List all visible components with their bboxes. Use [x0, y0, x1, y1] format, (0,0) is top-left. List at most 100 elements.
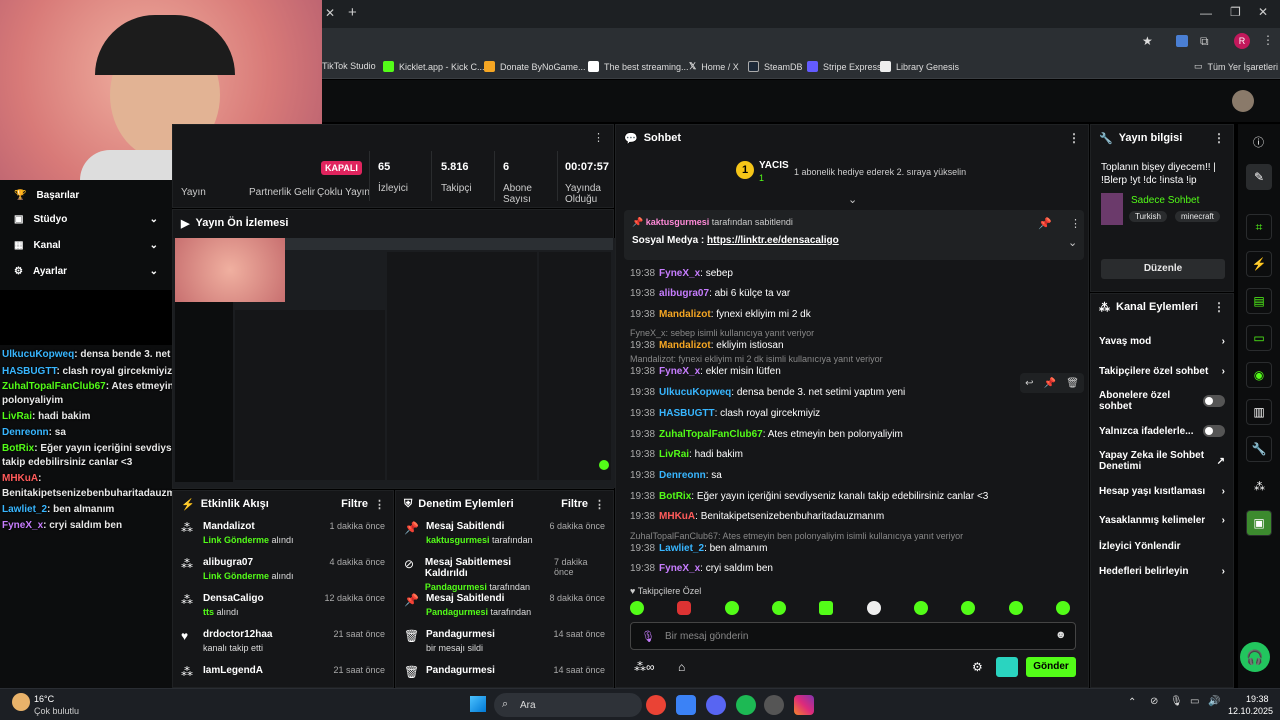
close-tab-icon[interactable]: ✕ [325, 6, 335, 20]
message-username[interactable]: UlkucuKopweq [659, 387, 731, 398]
message-username[interactable]: LivRai [659, 449, 689, 460]
windows-icon[interactable] [470, 696, 486, 712]
message-username[interactable]: ZuhalTopalFanClub67 [659, 429, 763, 440]
trash-icon[interactable]: 🗑 [1066, 378, 1079, 389]
chat-input[interactable]: 🎙 Bir mesaj gönderin ☻ [630, 622, 1076, 650]
lightning-icon[interactable]: ⚡ [1246, 251, 1272, 277]
reply-icon[interactable]: ↩ [1025, 378, 1033, 389]
sidebar-item-achievements[interactable]: 🏆 Başarılar [0, 180, 172, 206]
message-username[interactable]: alibugra07 [659, 288, 709, 299]
chevron-down-icon[interactable]: ⌄ [848, 193, 857, 206]
microphone-icon[interactable]: 🎙 [1170, 696, 1183, 707]
wrench-icon[interactable]: 🔧 [1246, 436, 1272, 462]
emote[interactable] [630, 601, 644, 615]
maximize-icon[interactable]: ❐ [1230, 5, 1241, 19]
menu-icon[interactable]: ⋮ [1262, 33, 1274, 47]
message-username[interactable]: FyneX_x [659, 366, 700, 377]
channel-action-subscribers-only[interactable]: Abonelere özel sohbet [1091, 386, 1233, 416]
sidebar-item-studio[interactable]: ▣ Stüdyo ⌄ [0, 206, 172, 232]
emote[interactable] [961, 601, 976, 615]
share-icon[interactable]: ⁂ [1254, 480, 1265, 493]
category-name[interactable]: Sadece Sohbet [1131, 195, 1199, 206]
layout-icon[interactable]: ▥ [1246, 399, 1272, 425]
scan-icon[interactable]: ⌗ [1246, 214, 1272, 240]
gear-icon[interactable]: ⚙ [972, 660, 983, 674]
filter-button[interactable]: Filtre [561, 498, 588, 510]
channel-action-followers-only[interactable]: Takipçilere özel sohbet › [1091, 356, 1233, 386]
channel-action-account-age[interactable]: Hesap yaşı kısıtlaması › [1091, 476, 1233, 506]
bookmark-item[interactable]: The best streaming... [588, 61, 689, 72]
document-icon[interactable]: ▤ [1246, 288, 1272, 314]
channel-action-ai-moderation[interactable]: Yapay Zeka ile Sohbet Denetimi ↗ [1091, 446, 1233, 476]
emote[interactable] [913, 601, 928, 615]
clock-date[interactable]: 12.10.2025 [1228, 706, 1273, 716]
close-window-icon[interactable]: ✕ [1258, 5, 1268, 19]
chat-icon[interactable]: ▭ [1246, 325, 1272, 351]
microphone-icon[interactable]: 🎙 [641, 630, 655, 643]
message-username[interactable]: Mandalizot [659, 340, 711, 351]
emoji-icon[interactable]: ☻ [1055, 629, 1067, 641]
more-icon[interactable]: ⋮ [1070, 217, 1081, 230]
store-icon[interactable]: ⌂ [678, 660, 685, 674]
instagram-icon[interactable] [794, 695, 814, 715]
pinned-link[interactable]: https://linktr.ee/densacaligo [707, 235, 839, 246]
user-avatar[interactable] [1232, 90, 1254, 112]
emote[interactable] [677, 601, 692, 615]
more-icon[interactable]: ⋮ [594, 498, 605, 511]
channel-action-slow-mode[interactable]: Yavaş mod › [1091, 326, 1233, 356]
message-username[interactable]: Lawliet_2 [659, 543, 704, 554]
message-username[interactable]: FyneX_x [659, 268, 700, 279]
new-tab-icon[interactable]: + [348, 4, 357, 21]
stream-preview-video[interactable] [173, 238, 615, 488]
profile-avatar[interactable]: R [1234, 33, 1250, 49]
message-username[interactable]: Denreonn [659, 470, 706, 481]
bookmark-item[interactable]: SteamDB [748, 61, 803, 72]
bookmark-item[interactable]: Library Genesis [880, 61, 959, 72]
minimize-icon[interactable]: — [1200, 6, 1212, 20]
bookmark-item[interactable]: Donate ByNoGame... [484, 61, 586, 72]
channel-action-goals[interactable]: Hedefleri belirleyin › [1091, 558, 1233, 584]
pin-icon[interactable]: 📌 [1038, 217, 1052, 230]
minecraft-icon[interactable]: ▣ [1246, 510, 1272, 536]
all-bookmarks[interactable]: ▭ Tüm Yer İşaretleri [1194, 61, 1278, 72]
emote[interactable] [819, 601, 834, 615]
more-icon[interactable]: ⋮ [374, 498, 385, 511]
extensions-icon[interactable]: ⧉ [1200, 34, 1209, 49]
network-icon[interactable]: ⊘ [1150, 696, 1158, 707]
emote[interactable] [1055, 601, 1070, 615]
translate-icon[interactable] [1176, 35, 1188, 47]
message-username[interactable]: MHKuA [659, 511, 695, 522]
volume-icon[interactable]: 🔊 [1208, 696, 1220, 707]
sidebar-item-channel[interactable]: ▦ Kanal ⌄ [0, 232, 172, 258]
send-button[interactable]: Gönder [1026, 657, 1076, 677]
clock-time[interactable]: 19:38 [1246, 694, 1269, 704]
channel-action-emotes-only[interactable]: Yalnızca ifadelerle... [1091, 416, 1233, 446]
emote[interactable] [724, 601, 739, 615]
emote[interactable] [771, 601, 786, 615]
more-icon[interactable]: ⋮ [1068, 131, 1080, 145]
app-icon[interactable] [676, 695, 696, 715]
more-icon[interactable]: ⋮ [1213, 131, 1225, 145]
emote[interactable] [866, 601, 881, 615]
display-icon[interactable]: ▭ [1190, 696, 1199, 707]
bookmark-item[interactable]: TikTok Studio [322, 61, 376, 71]
search-box[interactable]: ⌕ Ara [494, 693, 642, 717]
channel-action-redirect[interactable]: İzleyici Yönlendir [1091, 534, 1233, 558]
message-username[interactable]: BotRix [659, 491, 691, 502]
share-icon[interactable]: ⁂∞ [634, 660, 655, 674]
message-username[interactable]: FyneX_x [659, 563, 700, 574]
edit-button[interactable]: Düzenle [1101, 259, 1225, 279]
chevron-down-icon[interactable]: ⌄ [1068, 236, 1077, 249]
star-icon[interactable]: ★ [1142, 34, 1153, 48]
spotify-icon[interactable] [736, 695, 756, 715]
message-username[interactable]: HASBUGTT [659, 408, 715, 419]
chevron-up-icon[interactable]: ⌃ [1128, 697, 1136, 708]
emote[interactable] [1008, 601, 1023, 615]
edit-icon[interactable]: ✎ [1246, 164, 1272, 190]
sidebar-item-settings[interactable]: ⚙ Ayarlar ⌄ [0, 258, 172, 284]
obs-icon[interactable] [764, 695, 784, 715]
more-icon[interactable]: ⋮ [593, 131, 604, 144]
headset-icon[interactable]: 🎧 [1240, 642, 1270, 672]
bookmark-item[interactable]: Kicklet.app - Kick C... [383, 61, 485, 72]
info-icon[interactable]: ⓘ [1253, 134, 1264, 150]
